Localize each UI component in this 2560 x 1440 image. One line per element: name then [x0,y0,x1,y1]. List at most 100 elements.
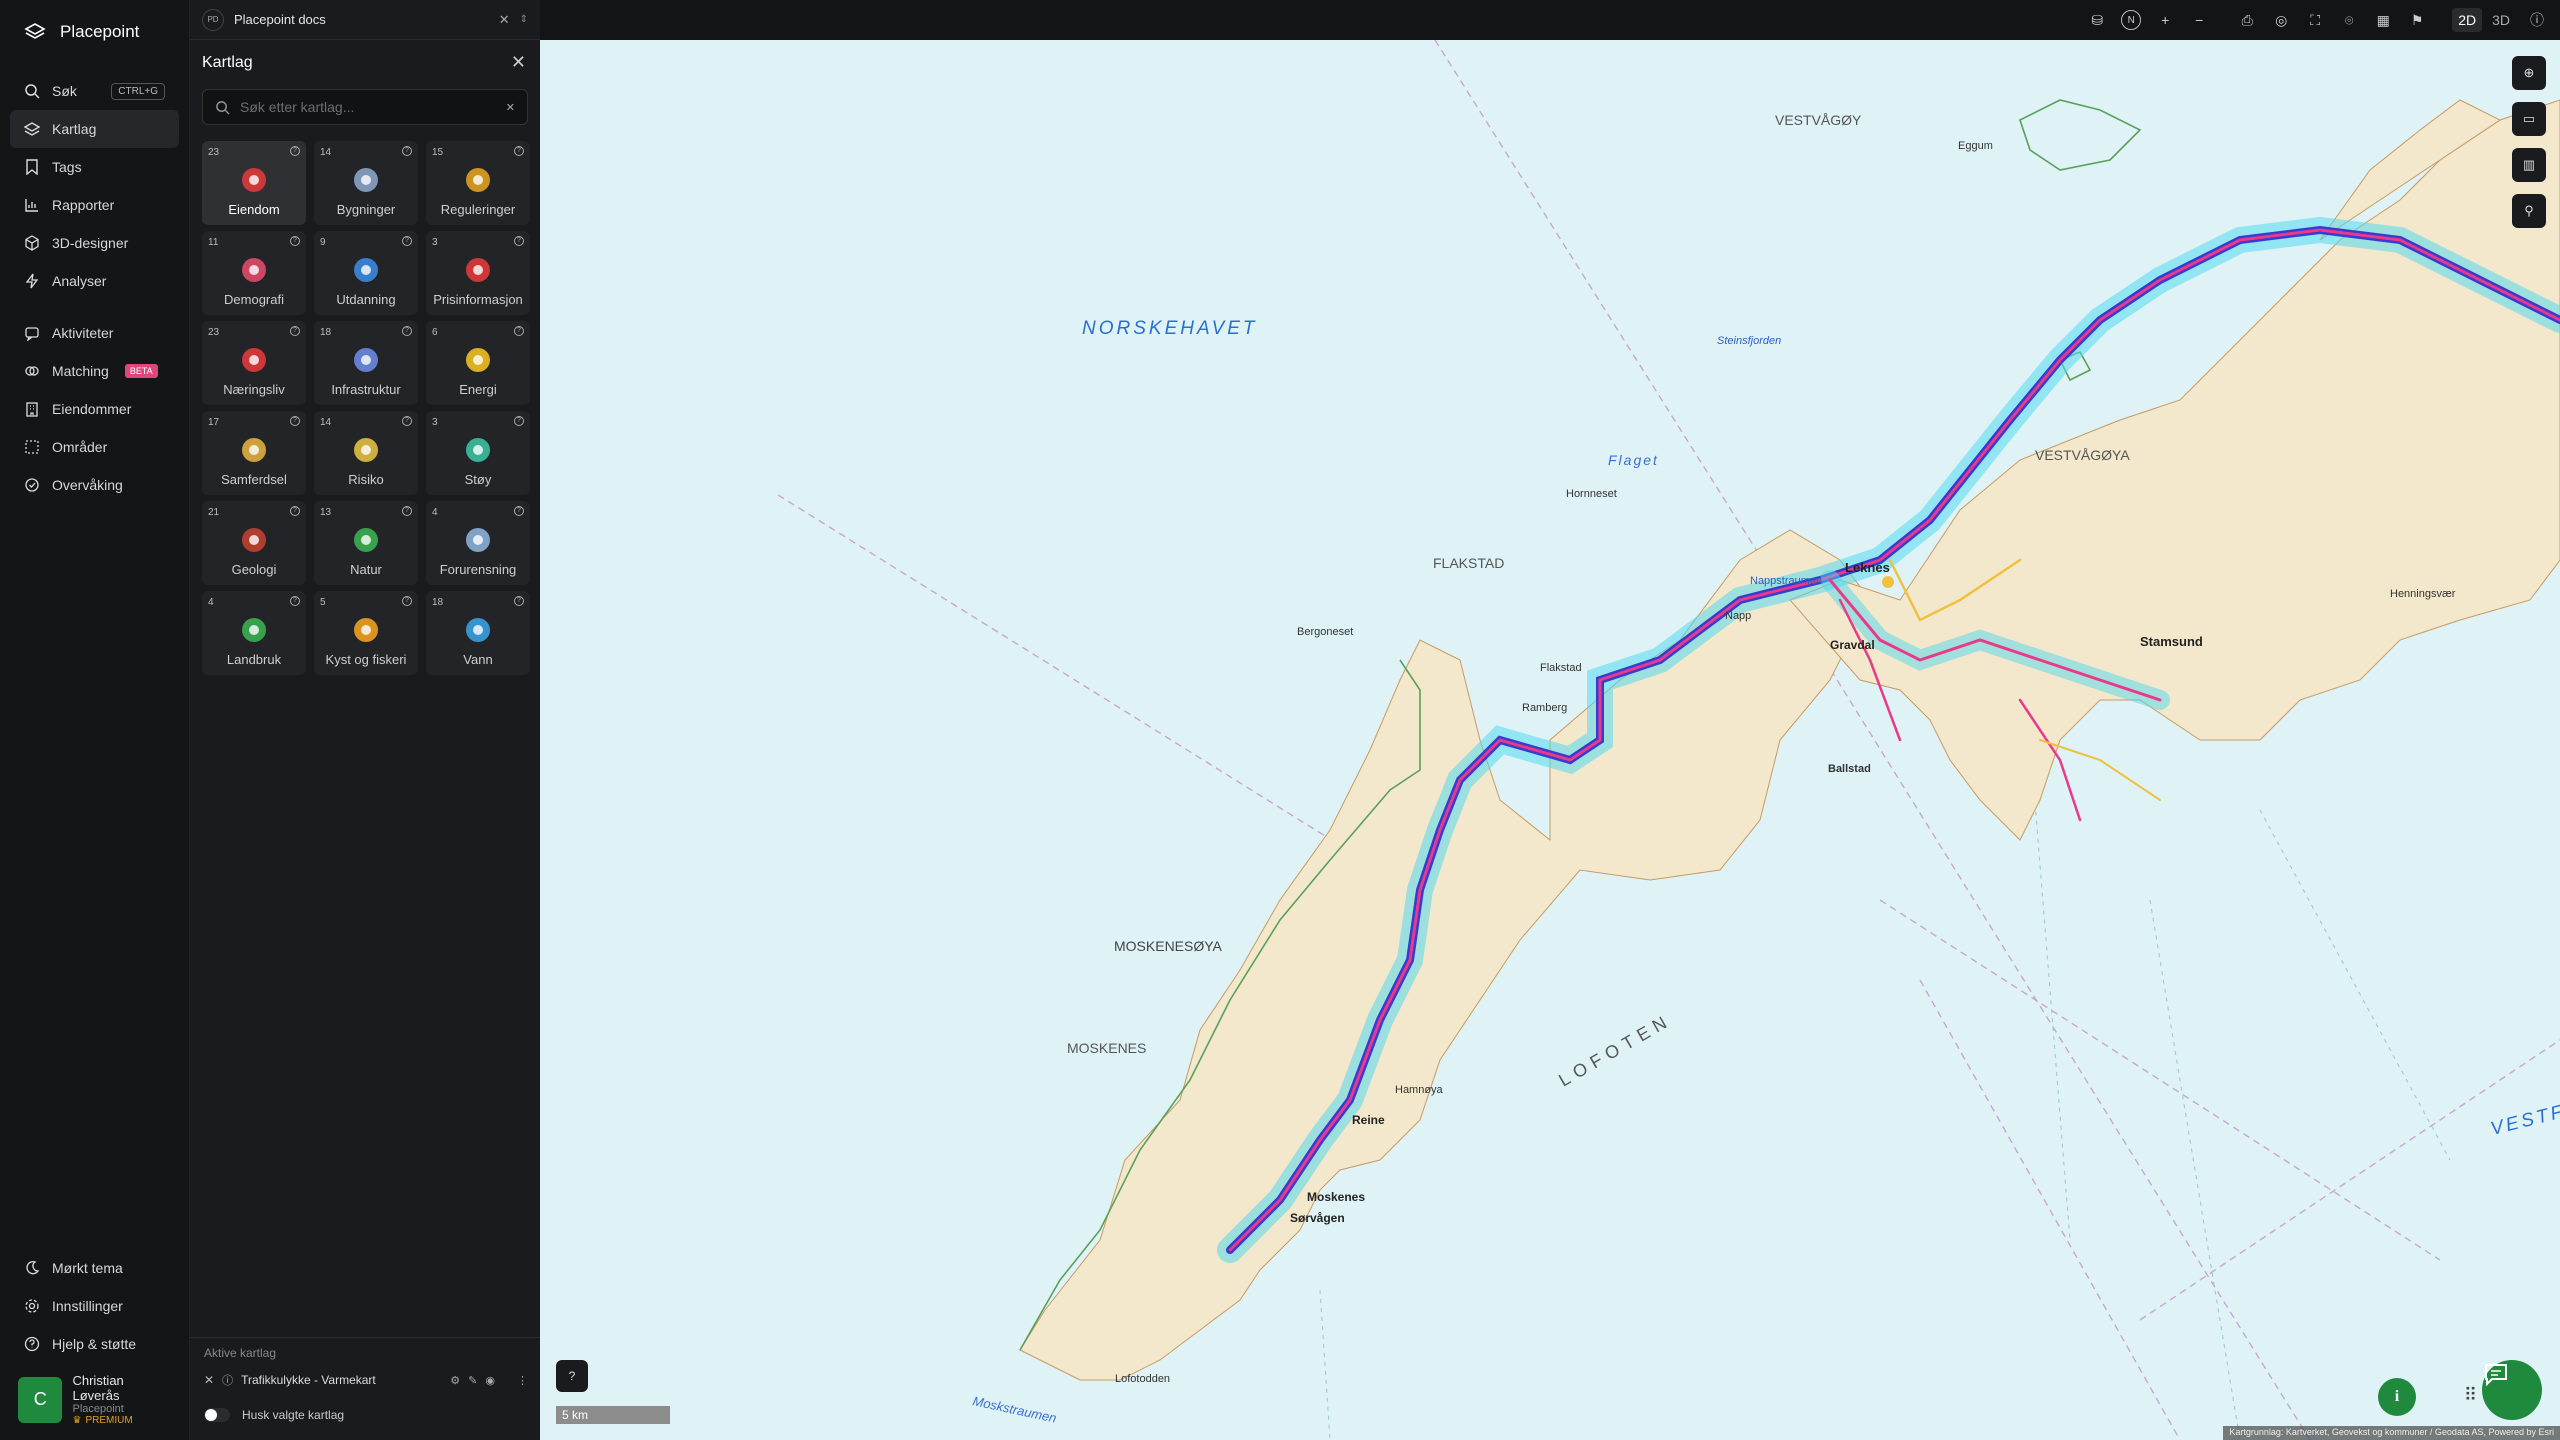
tile-label: Samferdsel [221,472,287,487]
measure-tool-icon[interactable]: ▭ [2512,102,2546,136]
eye-icon[interactable]: ◉ [485,1374,495,1387]
layer-tile-landbruk[interactable]: 4? Landbruk [202,591,306,675]
layer-tile-bygninger[interactable]: 14? Bygninger [314,141,418,225]
nav-item-dark-theme[interactable]: Mørkt tema [10,1249,179,1287]
tile-label: Infrastruktur [331,382,401,397]
tile-info-icon[interactable]: ? [290,236,300,246]
zoom-out-button[interactable]: − [2186,7,2212,33]
close-panel-icon[interactable]: ✕ [511,52,526,73]
nav-item-settings[interactable]: Innstillinger [10,1287,179,1325]
tile-info-icon[interactable]: ? [290,596,300,606]
layer-tile-risiko[interactable]: 14? Risiko [314,411,418,495]
tile-info-icon[interactable]: ? [402,236,412,246]
layer-settings-icon[interactable]: ⚙ [450,1374,460,1387]
town-marker [1882,576,1894,588]
sprout-icon [242,618,266,642]
tile-info-icon[interactable]: ? [514,416,524,426]
gauge-icon [466,438,490,462]
layer-tile-støy[interactable]: 3? Støy [426,411,530,495]
nav-item-eiendommer[interactable]: Eiendommer [10,390,179,428]
tile-info-icon[interactable]: ? [514,596,524,606]
tile-label: Utdanning [336,292,396,307]
tile-info-icon[interactable]: ? [402,146,412,156]
clear-search-icon[interactable]: ✕ [506,101,515,114]
layer-info-icon[interactable]: ⓘ [222,1372,233,1388]
tile-info-icon[interactable]: ? [290,416,300,426]
nav-item-rapporter[interactable]: Rapporter [10,186,179,224]
brand[interactable]: Placepoint [0,0,189,64]
tile-info-icon[interactable]: ? [290,146,300,156]
tile-info-icon[interactable]: ? [514,146,524,156]
user-profile[interactable]: C Christian Løverås Placepoint ♛ PREMIUM [10,1363,179,1440]
chat-button[interactable] [2482,1360,2542,1420]
document-tab[interactable]: PD Placepoint docs ✕ ⇕ [190,0,540,40]
fish-icon [354,618,378,642]
layer-tile-natur[interactable]: 13? Natur [314,501,418,585]
nav-item-3d-designer[interactable]: 3D-designer [10,224,179,262]
info-button[interactable]: i [2378,1378,2416,1416]
layer-tile-utdanning[interactable]: 9? Utdanning [314,231,418,315]
compass-button[interactable]: N [2118,7,2144,33]
layer-tile-reguleringer[interactable]: 15? Reguleringer [426,141,530,225]
print-icon[interactable]: ⎙ [2234,7,2260,33]
remember-layers-toggle[interactable] [204,1408,230,1422]
tile-info-icon[interactable]: ? [514,326,524,336]
bookmark-icon[interactable]: ⚑ [2404,7,2430,33]
nav-item-omrader[interactable]: Områder [10,428,179,466]
label-norskehavet: NORSKEHAVET [1082,318,1258,339]
zoom-in-button[interactable]: + [2152,7,2178,33]
nav-item-sok[interactable]: Søk CTRL+G [10,72,179,110]
layer-tile-infrastruktur[interactable]: 18? Infrastruktur [314,321,418,405]
tile-info-icon[interactable]: ? [402,326,412,336]
layer-tile-næringsliv[interactable]: 23? Næringsliv [202,321,306,405]
globe-tool-icon[interactable]: ⊕ [2512,56,2546,90]
camera-icon[interactable]: ⌾ [2336,7,2362,33]
layer-tile-kyst-og-fiskeri[interactable]: 5? Kyst og fiskeri [314,591,418,675]
tile-info-icon[interactable]: ? [402,506,412,516]
nav-item-tags[interactable]: Tags [10,148,179,186]
tile-label: Bygninger [336,202,396,217]
map-canvas[interactable]: NORSKEHAVET LOFOTEN VESTVÅGØY VESTVÅGØYA… [540,40,2560,1440]
info-icon[interactable]: ⓘ [2524,7,2550,33]
view-icon[interactable]: ◎ [2268,7,2294,33]
bag-icon [466,258,490,282]
more-icon[interactable]: ⋮ [517,1374,528,1387]
chevron-updown-icon[interactable]: ⇕ [520,14,528,25]
tile-info-icon[interactable]: ? [290,506,300,516]
fullscreen-icon[interactable]: ⛶ [2302,7,2328,33]
grid-icon[interactable]: ▦ [2370,7,2396,33]
layer-tile-energi[interactable]: 6? Energi [426,321,530,405]
tile-count: 3 [432,237,438,248]
layer-tile-prisinformasjon[interactable]: 3? Prisinformasjon [426,231,530,315]
map-help-button[interactable]: ? [556,1360,588,1392]
layers-stack-icon[interactable]: ⛁ [2084,7,2110,33]
tile-info-icon[interactable]: ? [514,506,524,516]
remove-layer-icon[interactable]: ✕ [204,1373,214,1387]
active-layer-row[interactable]: ✕ ⓘ Trafikkulykke - Varmekart ⚙ ✎ ◉ ⋮ [204,1368,528,1392]
chart-tool-icon[interactable]: ▥ [2512,148,2546,182]
nav-item-analyser[interactable]: Analyser [10,262,179,300]
layer-search-input[interactable] [240,99,496,115]
mode-3d-button[interactable]: 3D [2486,8,2516,32]
nav-item-overvaking[interactable]: Overvåking [10,466,179,504]
close-tab-icon[interactable]: ✕ [499,12,510,28]
analysis-tool-icon[interactable]: ⚲ [2512,194,2546,228]
tile-info-icon[interactable]: ? [514,236,524,246]
tile-info-icon[interactable]: ? [402,416,412,426]
tile-info-icon[interactable]: ? [402,596,412,606]
layer-tile-eiendom[interactable]: 23? Eiendom [202,141,306,225]
nav-item-matching[interactable]: Matching BETA [10,352,179,390]
mode-2d-button[interactable]: 2D [2452,8,2483,32]
layer-tile-forurensning[interactable]: 4? Forurensning [426,501,530,585]
nav-item-kartlag[interactable]: Kartlag [10,110,179,148]
nav-item-aktiviteter[interactable]: Aktiviteter [10,314,179,352]
layer-tile-vann[interactable]: 18? Vann [426,591,530,675]
layer-tile-geologi[interactable]: 21? Geologi [202,501,306,585]
tile-info-icon[interactable]: ? [290,326,300,336]
edit-icon[interactable]: ✎ [468,1374,477,1387]
nav-item-help[interactable]: Hjelp & støtte [10,1325,179,1363]
drag-handle-icon[interactable]: ⠿ [2464,1385,2478,1406]
layer-tile-samferdsel[interactable]: 17? Samferdsel [202,411,306,495]
layer-tile-demografi[interactable]: 11? Demografi [202,231,306,315]
route-line [2149,899,2241,1440]
